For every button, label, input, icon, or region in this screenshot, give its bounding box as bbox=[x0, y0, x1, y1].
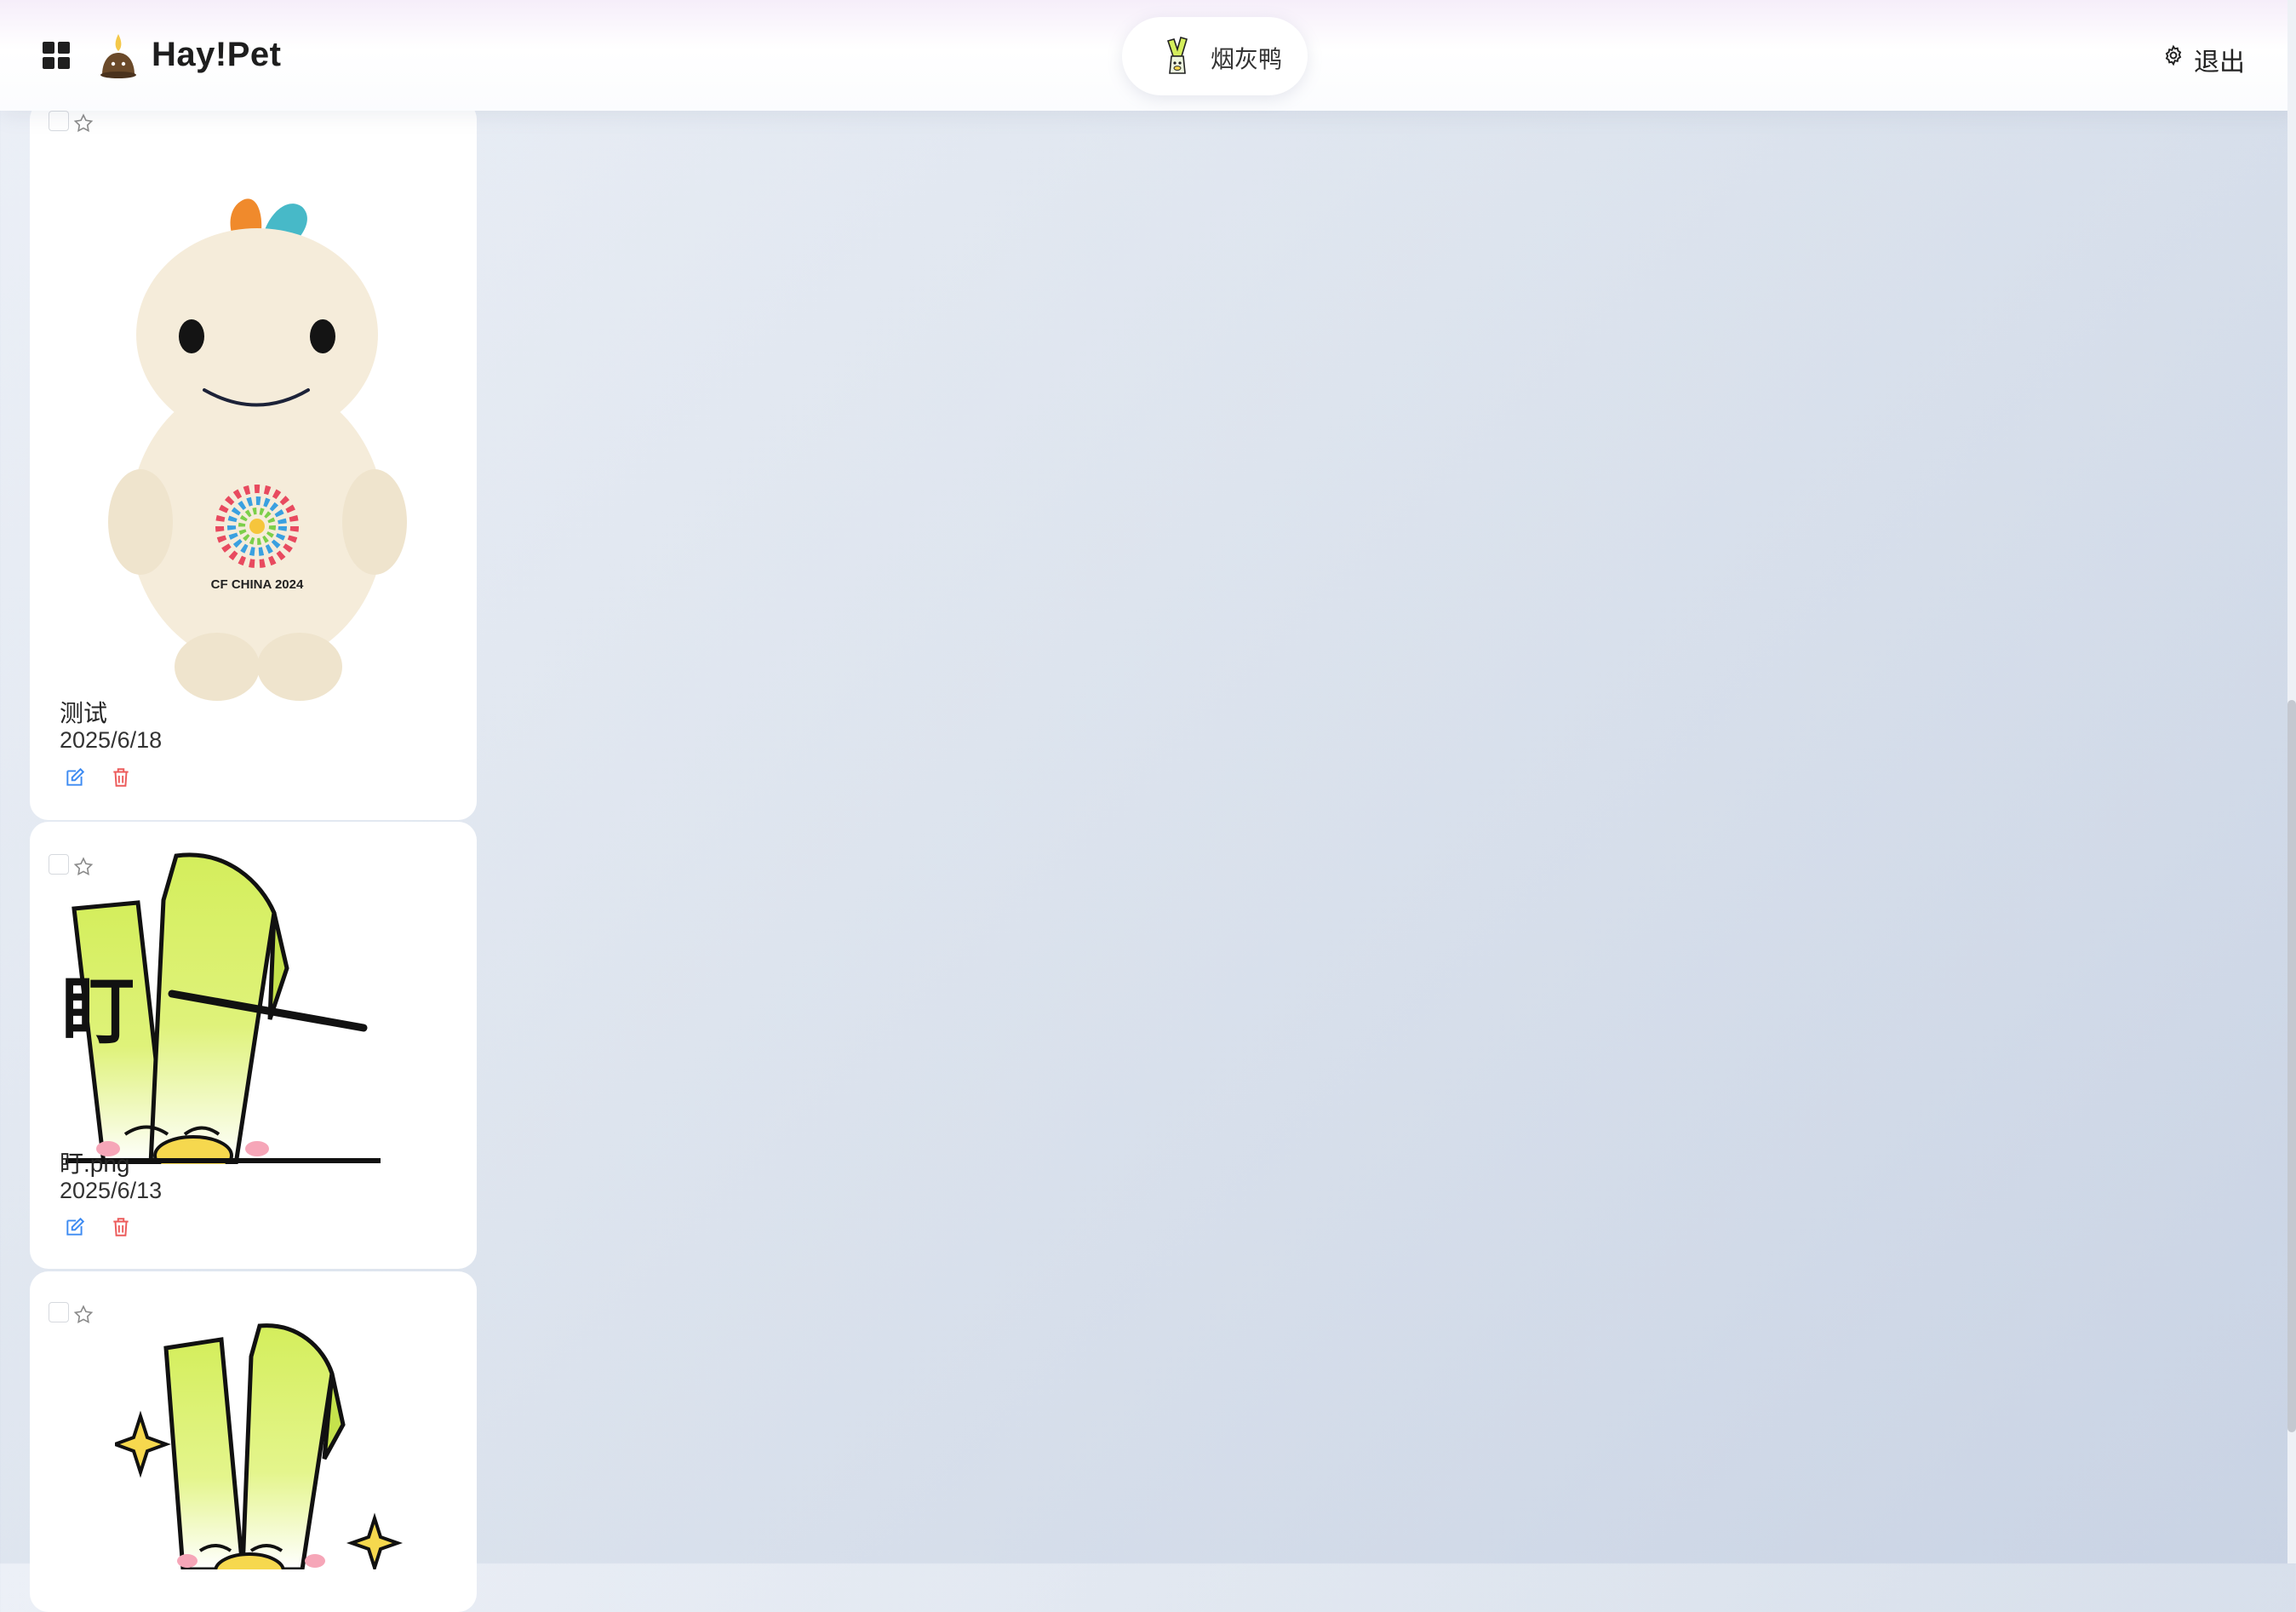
card-title: 盯.png bbox=[60, 1150, 130, 1177]
trash-icon[interactable] bbox=[110, 766, 132, 789]
user-menu[interactable]: 烟灰鸭 bbox=[1122, 17, 1308, 95]
top-bar: Hay!Pet 烟灰鸭 退出 bbox=[0, 0, 2296, 111]
image-card[interactable]: 盯 盯.png 2025/6/13 bbox=[30, 822, 477, 1269]
select-checkbox[interactable] bbox=[49, 111, 69, 131]
star-icon[interactable] bbox=[72, 112, 94, 135]
star-icon[interactable] bbox=[72, 1304, 94, 1326]
apps-grid-icon[interactable] bbox=[43, 42, 71, 70]
card-date: 2025/6/13 bbox=[60, 1178, 163, 1203]
leek-stare-image[interactable]: 盯 bbox=[57, 849, 398, 1176]
image-card[interactable] bbox=[30, 1271, 477, 1612]
svg-text:CF CHINA 2024: CF CHINA 2024 bbox=[211, 577, 304, 592]
card-title: 测试 bbox=[60, 700, 108, 726]
select-checkbox[interactable] bbox=[49, 1302, 69, 1322]
user-name: 烟灰鸭 bbox=[1211, 46, 1283, 72]
image-card[interactable]: CF CHINA 2024 测试 2025/6/18 bbox=[30, 100, 477, 820]
logout-button[interactable]: 退出 bbox=[2194, 41, 2245, 78]
scrollbar-thumb[interactable] bbox=[2287, 700, 2296, 1432]
gear-icon[interactable] bbox=[2162, 44, 2184, 66]
card-date: 2025/6/18 bbox=[60, 727, 163, 753]
edit-icon[interactable] bbox=[64, 766, 86, 789]
logo-icon bbox=[97, 31, 140, 80]
user-avatar bbox=[1153, 31, 1202, 80]
svg-text:盯: 盯 bbox=[61, 969, 135, 1054]
trash-icon[interactable] bbox=[110, 1216, 132, 1238]
edit-icon[interactable] bbox=[64, 1216, 86, 1238]
plush-mascot-image[interactable]: CF CHINA 2024 bbox=[77, 147, 434, 735]
brand-title: Hay!Pet bbox=[152, 36, 282, 73]
leek-sparkle-image[interactable] bbox=[110, 1322, 438, 1590]
